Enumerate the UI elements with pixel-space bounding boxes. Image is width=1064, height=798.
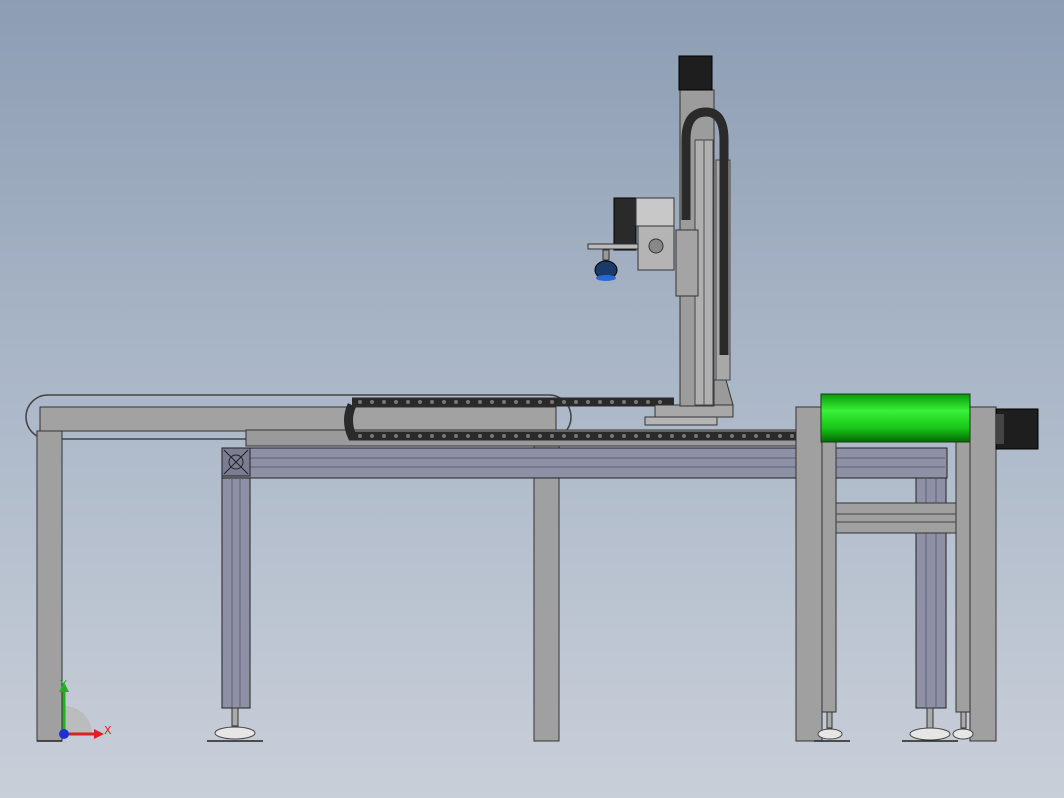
chain-link (550, 400, 554, 404)
chain-link (586, 434, 590, 438)
chain-link (370, 400, 374, 404)
conveyor-leg-left (36, 430, 63, 742)
axis-base (654, 404, 734, 418)
chain-link (478, 400, 482, 404)
chain-link (514, 434, 518, 438)
chain-link (622, 400, 626, 404)
chain-link (694, 434, 698, 438)
chain-link (466, 400, 470, 404)
chain-link (358, 400, 362, 404)
chain-link (574, 400, 578, 404)
chain-link (478, 434, 482, 438)
chain-link (562, 400, 566, 404)
chain-link (454, 434, 458, 438)
chain-link (466, 434, 470, 438)
chain-link (730, 434, 734, 438)
chain-link (646, 400, 650, 404)
chain-link (394, 434, 398, 438)
chain-link (610, 434, 614, 438)
table-leg-left (221, 477, 251, 709)
chain-link (406, 434, 410, 438)
leveling-foot-left (207, 707, 263, 742)
chain-link (526, 400, 530, 404)
cad-viewport[interactable]: X Y (0, 0, 1064, 798)
chain-link (646, 434, 650, 438)
station-leg-left (795, 406, 823, 742)
chain-link (562, 434, 566, 438)
vertical-axis-module[interactable] (587, 55, 734, 426)
vertical-axis-motor[interactable] (678, 55, 713, 91)
coordinate-triad: X Y (59, 678, 112, 739)
chain-link (682, 434, 686, 438)
chain-link (490, 434, 494, 438)
chain-link (754, 434, 758, 438)
chain-link (418, 400, 422, 404)
station-cross-profile (835, 502, 957, 534)
chain-link (550, 434, 554, 438)
chain-link (706, 434, 710, 438)
conveyor-top-beam (39, 406, 557, 432)
chain-link (538, 434, 542, 438)
chain-link (658, 434, 662, 438)
chain-link (538, 400, 542, 404)
chain-link (574, 434, 578, 438)
chain-link (442, 400, 446, 404)
left-conveyor[interactable] (25, 394, 572, 742)
chain-link (634, 400, 638, 404)
chain-link (502, 400, 506, 404)
chain-link (502, 434, 506, 438)
chain-link (622, 434, 626, 438)
chain-link (418, 434, 422, 438)
chain-link (382, 400, 386, 404)
chain-link (598, 434, 602, 438)
chain-link (718, 434, 722, 438)
z-axis-origin (59, 729, 69, 739)
chain-link (430, 434, 434, 438)
chain-link (490, 400, 494, 404)
station-leg-right (969, 406, 997, 742)
chain-link (370, 434, 374, 438)
chain-link (454, 400, 458, 404)
chain-link (670, 434, 674, 438)
chain-link (514, 400, 518, 404)
chain-link (634, 434, 638, 438)
right-station[interactable] (795, 393, 1039, 742)
chain-link (778, 434, 782, 438)
chain-link (742, 434, 746, 438)
chain-link (586, 400, 590, 404)
chain-link (394, 400, 398, 404)
chain-link (790, 434, 794, 438)
cad-model-scene[interactable]: X Y (0, 0, 1064, 798)
x-axis-label: X (104, 724, 112, 737)
x-axis-arrowhead (94, 729, 104, 739)
chain-link (598, 400, 602, 404)
y-axis-label: Y (59, 678, 67, 691)
chain-link (382, 434, 386, 438)
chain-link (526, 434, 530, 438)
chain-link (658, 400, 662, 404)
axis-carriage (675, 229, 699, 297)
leveling-foot-station-2 (902, 707, 958, 742)
green-roller[interactable] (820, 393, 971, 443)
table-top-profile (221, 447, 948, 479)
chain-link (430, 400, 434, 404)
chain-link (358, 434, 362, 438)
chain-link (406, 400, 410, 404)
chain-link (442, 434, 446, 438)
chain-link (766, 434, 770, 438)
gripper-motor[interactable] (613, 197, 637, 251)
chain-link (610, 400, 614, 404)
